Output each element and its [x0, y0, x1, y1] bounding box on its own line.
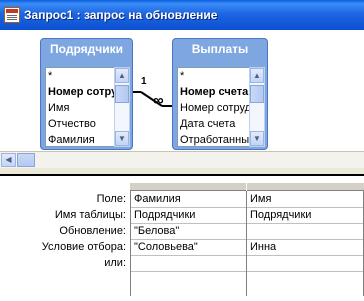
grid-line	[130, 271, 364, 272]
scroll-thumb[interactable]	[17, 153, 35, 167]
column-selector[interactable]	[130, 183, 246, 191]
grid-cell[interactable]	[247, 223, 363, 239]
design-grid-pane: Поле: Имя таблицы: Обновление: Условие о…	[0, 176, 364, 301]
row-label-or: или:	[104, 257, 126, 269]
title-bar[interactable]: Запрос1 : запрос на обновление	[0, 0, 364, 30]
grid-cell[interactable]: Инна	[247, 239, 363, 255]
table-pane-scrollbar[interactable]: ◀	[0, 151, 364, 168]
design-grid: Фамилия Подрядчики "Белова" "Соловьева" …	[130, 183, 364, 296]
row-label-criteria: Условие отбора:	[41, 241, 126, 253]
row-label-table: Имя таблицы:	[54, 209, 126, 221]
grid-cell[interactable]: "Белова"	[131, 223, 246, 239]
query-window-icon[interactable]	[4, 7, 20, 23]
table-pane: Подрядчики * Номер сотру Имя Отчество Фа…	[0, 30, 364, 151]
window-title: Запрос1 : запрос на обновление	[24, 8, 218, 22]
relationship-many-label: ∞	[153, 92, 164, 109]
relationship-one-label: 1	[141, 76, 147, 87]
row-label-field: Поле:	[96, 193, 126, 205]
grid-cell[interactable]	[247, 255, 363, 271]
grid-cell[interactable]: Имя	[247, 191, 363, 207]
column-selector[interactable]	[247, 183, 364, 191]
relationship-line[interactable]	[0, 30, 364, 151]
query-window: Запрос1 : запрос на обновление Подрядчик…	[0, 0, 364, 301]
grid-cell[interactable]	[131, 255, 246, 271]
row-label-update: Обновление:	[59, 225, 126, 237]
grid-cell[interactable]: Фамилия	[131, 191, 246, 207]
grid-cell[interactable]: Подрядчики	[247, 207, 363, 223]
grid-cell[interactable]: Подрядчики	[131, 207, 246, 223]
grid-cell[interactable]: "Соловьева"	[131, 239, 246, 255]
scroll-left-icon[interactable]: ◀	[1, 153, 16, 167]
